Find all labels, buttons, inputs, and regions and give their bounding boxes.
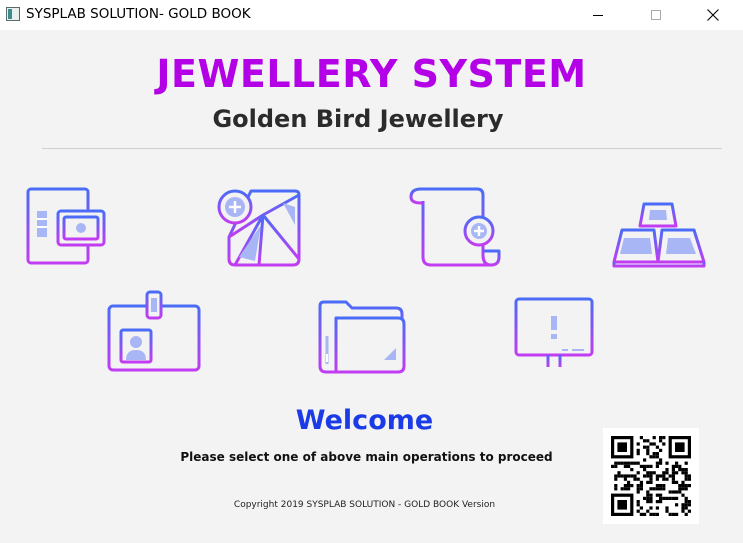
minimize-icon xyxy=(593,14,603,16)
header-divider xyxy=(42,148,722,149)
close-button[interactable] xyxy=(690,0,736,30)
minimize-button[interactable] xyxy=(575,0,621,30)
shop-name: Golden Bird Jewellery xyxy=(212,105,504,133)
estimate-tile[interactable] xyxy=(407,185,503,269)
gold-rate-tile[interactable] xyxy=(610,200,710,270)
scroll-add-icon xyxy=(409,187,501,267)
qr-code-icon xyxy=(611,436,691,516)
window-title: SYSPLAB SOLUTION- GOLD BOOK xyxy=(26,6,251,22)
maximize-button[interactable] xyxy=(633,0,679,30)
app-heading: JEWELLERY SYSTEM xyxy=(156,52,587,96)
system-tile[interactable] xyxy=(512,295,596,375)
close-icon xyxy=(707,9,719,21)
app-icon xyxy=(6,7,20,21)
customer-tile[interactable] xyxy=(105,288,203,374)
maximize-icon xyxy=(651,10,661,20)
monitor-alert-icon xyxy=(514,297,594,371)
reports-tile[interactable] xyxy=(316,298,408,374)
window-titlebar: SYSPLAB SOLUTION- GOLD BOOK xyxy=(0,0,743,30)
billing-tile[interactable] xyxy=(24,185,108,269)
gold-bars-icon xyxy=(612,202,706,268)
qr-code xyxy=(603,428,699,524)
invoice-cash-icon xyxy=(26,187,106,265)
folder-icon xyxy=(318,300,406,374)
add-diamond-icon xyxy=(217,189,301,267)
id-card-icon xyxy=(107,290,201,372)
stock-tile[interactable] xyxy=(215,185,303,269)
